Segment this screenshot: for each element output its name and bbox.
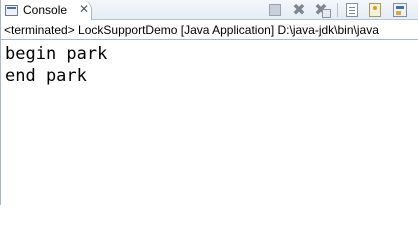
launch-description: <terminated> LockSupportDemo [Java Appli… bbox=[4, 23, 379, 37]
remove-launch-icon[interactable]: ✖ bbox=[291, 2, 307, 18]
console-view: Console ✕ ✖ ✖ <terminated> LockSupportDe… bbox=[0, 0, 418, 205]
close-icon[interactable]: ✕ bbox=[78, 3, 90, 16]
tab-console[interactable]: Console ✕ bbox=[1, 0, 92, 20]
toolbar-separator bbox=[337, 3, 338, 17]
remove-all-terminated-icon[interactable]: ✖ bbox=[313, 2, 331, 18]
description-divider bbox=[1, 39, 418, 40]
console-icon bbox=[5, 4, 18, 16]
clear-console-icon[interactable] bbox=[346, 3, 358, 17]
scroll-lock-icon[interactable] bbox=[369, 3, 381, 17]
open-console-icon[interactable] bbox=[393, 3, 407, 17]
tab-console-label: Console bbox=[23, 3, 68, 17]
view-tab-bar: Console ✕ ✖ ✖ bbox=[1, 0, 418, 20]
console-output[interactable]: begin park end park bbox=[5, 43, 107, 87]
output-line: end park bbox=[5, 66, 87, 86]
output-line: begin park bbox=[5, 44, 108, 64]
terminate-icon[interactable] bbox=[269, 4, 281, 16]
